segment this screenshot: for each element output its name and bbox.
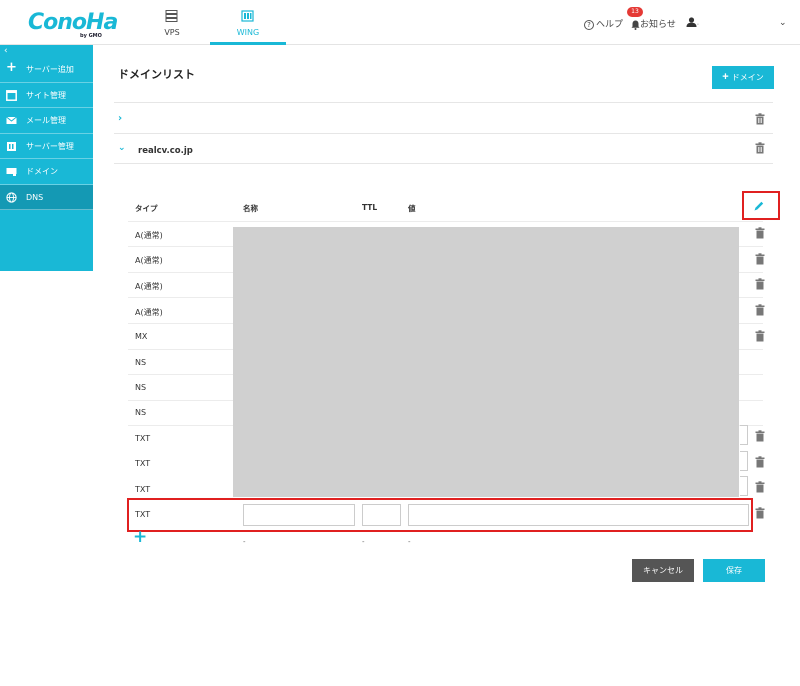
tab-vps-label: VPS (164, 28, 180, 37)
record-type: A(通常) (135, 231, 163, 240)
domain-name: realcv.co.jp (138, 146, 193, 156)
trash-icon[interactable] (755, 507, 765, 519)
record-type: NS (135, 358, 147, 367)
help-link[interactable]: ? ヘルプ (584, 17, 623, 30)
domain-icon (6, 168, 17, 176)
record-type: TXT (135, 459, 151, 468)
globe-icon (6, 191, 17, 203)
col-name: 名称 (243, 204, 258, 213)
trash-icon[interactable] (755, 430, 765, 442)
record-type: NS (135, 408, 147, 417)
window-icon (6, 89, 17, 101)
trash-icon[interactable] (755, 456, 765, 468)
plus-icon: + (6, 60, 17, 75)
tab-wing-label: WING (236, 28, 260, 37)
active-tab-indicator (210, 42, 286, 45)
redacted-block (233, 227, 739, 497)
add-record-button[interactable]: + (133, 529, 147, 546)
notice-badge: 13 (627, 7, 643, 17)
save-button[interactable]: 保存 (703, 559, 765, 582)
new-record-type: TXT (135, 510, 151, 519)
value-input-edge[interactable] (740, 476, 748, 496)
sidebar-item-server[interactable]: サーバー管理 (0, 134, 93, 159)
trash-icon[interactable] (755, 481, 765, 493)
chevron-down-icon[interactable]: ⌄ (118, 143, 126, 153)
sidebar-item-mail[interactable]: メール管理 (0, 108, 93, 134)
chevron-down-icon[interactable]: ⌄ (779, 18, 787, 28)
sidebar-item-label: ドメイン (26, 167, 58, 176)
sidebar: ‹ + サーバー追加 サイト管理 メール管理 サーバー管理 ドメイン DNS (0, 45, 93, 271)
sidebar-item-label: メール管理 (26, 116, 66, 125)
record-value-input[interactable] (408, 504, 749, 526)
record-type: TXT (135, 485, 151, 494)
user-name: . (697, 19, 699, 27)
bell-icon (631, 20, 640, 30)
trash-icon[interactable] (755, 330, 765, 342)
add-domain-button[interactable]: + ドメイン (712, 66, 774, 89)
col-value: 値 (408, 204, 416, 213)
page-title: ドメインリスト (118, 68, 195, 81)
user-menu[interactable]: . (686, 17, 699, 28)
value-input-edge[interactable] (740, 451, 748, 471)
trash-icon[interactable] (755, 304, 765, 316)
sidebar-item-add-server[interactable]: + サーバー追加 (0, 57, 93, 83)
record-type: NS (135, 383, 147, 392)
dash-text: - (362, 538, 365, 546)
sidebar-item-label: サイト管理 (26, 90, 66, 100)
server-manage-icon (7, 141, 16, 151)
trash-icon[interactable] (755, 253, 765, 265)
help-icon: ? (584, 19, 594, 30)
record-type: TXT (135, 434, 151, 443)
user-icon (686, 17, 697, 27)
dash-text: - (243, 538, 246, 546)
record-type: A(通常) (135, 308, 163, 317)
sidebar-item-dns[interactable]: DNS (0, 184, 93, 210)
pencil-icon[interactable] (753, 200, 765, 212)
sidebar-collapse-button[interactable]: ‹ (0, 45, 93, 57)
record-ttl-input[interactable] (362, 504, 401, 526)
trash-icon[interactable] (755, 278, 765, 290)
logo-sub: by GMO (80, 33, 102, 39)
trash-icon[interactable] (755, 113, 765, 125)
trash-icon[interactable] (755, 227, 765, 239)
record-type: A(通常) (135, 282, 163, 291)
trash-icon[interactable] (755, 142, 765, 154)
record-type: A(通常) (135, 256, 163, 265)
record-name-input[interactable] (243, 504, 355, 526)
top-header: ConoHa by GMO VPS WING ? ヘルプ 13 お知らせ . ⌄ (0, 0, 800, 45)
value-input-edge[interactable] (740, 425, 748, 445)
divider (114, 133, 773, 134)
sidebar-item-label: サーバー管理 (26, 141, 74, 151)
col-ttl: TTL (362, 203, 378, 212)
building-icon (241, 10, 254, 22)
cancel-button[interactable]: キャンセル (632, 559, 694, 582)
server-icon (165, 10, 178, 22)
sidebar-item-label: DNS (26, 192, 44, 202)
plus-icon: + (722, 71, 729, 83)
divider (114, 102, 773, 103)
record-type: MX (135, 332, 148, 341)
tab-wing[interactable]: WING (210, 0, 286, 45)
tab-vps[interactable]: VPS (134, 0, 210, 45)
notice-label: お知らせ (640, 20, 676, 30)
notice-link[interactable]: お知らせ (631, 17, 676, 30)
divider (114, 163, 773, 164)
divider (128, 221, 763, 222)
sidebar-item-domain[interactable]: ドメイン (0, 159, 93, 185)
add-domain-label: ドメイン (731, 73, 764, 82)
sidebar-item-site[interactable]: サイト管理 (0, 83, 93, 108)
conoha-logo[interactable]: ConoHa (28, 10, 118, 35)
help-label: ヘルプ (596, 20, 624, 30)
mail-icon (6, 116, 17, 124)
chevron-right-icon[interactable]: › (118, 113, 122, 124)
sidebar-item-label: サーバー追加 (26, 65, 74, 74)
col-type: タイプ (135, 204, 158, 213)
dash-text: - (408, 538, 411, 546)
